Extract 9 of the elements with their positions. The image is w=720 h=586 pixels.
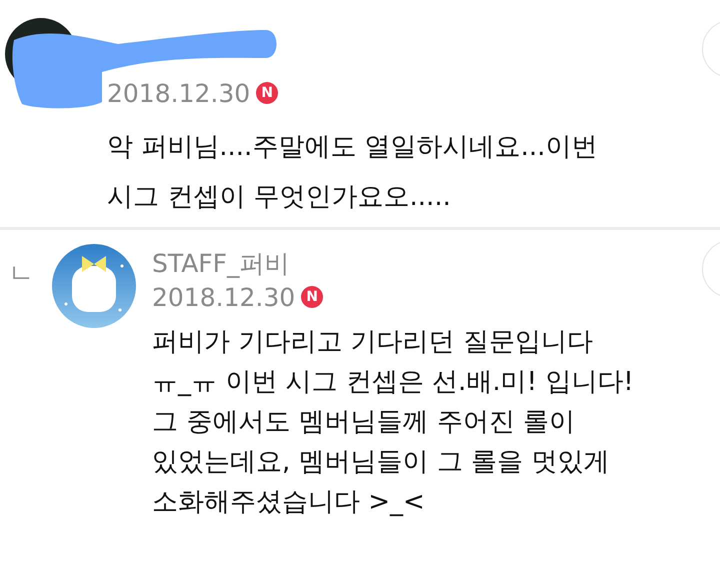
comment-date: 2018.12.30 [152, 282, 296, 312]
comment-date: 2018.12.30 [107, 78, 250, 108]
author-name: STAFF_퍼비 [152, 248, 291, 280]
reply-mark: ㄴ [8, 258, 35, 291]
new-badge: N [256, 82, 278, 104]
comment-text: 퍼비가 기다리고 기다리던 질문입니다 ㅠ_ㅠ 이번 시그 컨셉은 선.배.미! 입니다! 그 중에서도 멤버님들께 주어진 롤이 있었는데요, 멤버님들이 그 롤을 멋있게 소화해주셨습니다 >_< [152, 326, 634, 519]
avatar-icon [52, 244, 136, 328]
comment-text: 악 퍼비님....주말에도 열일하시네요...이번 시그 컨셉이 무엇인가요오..... [107, 131, 598, 214]
new-badge: N [301, 286, 324, 308]
